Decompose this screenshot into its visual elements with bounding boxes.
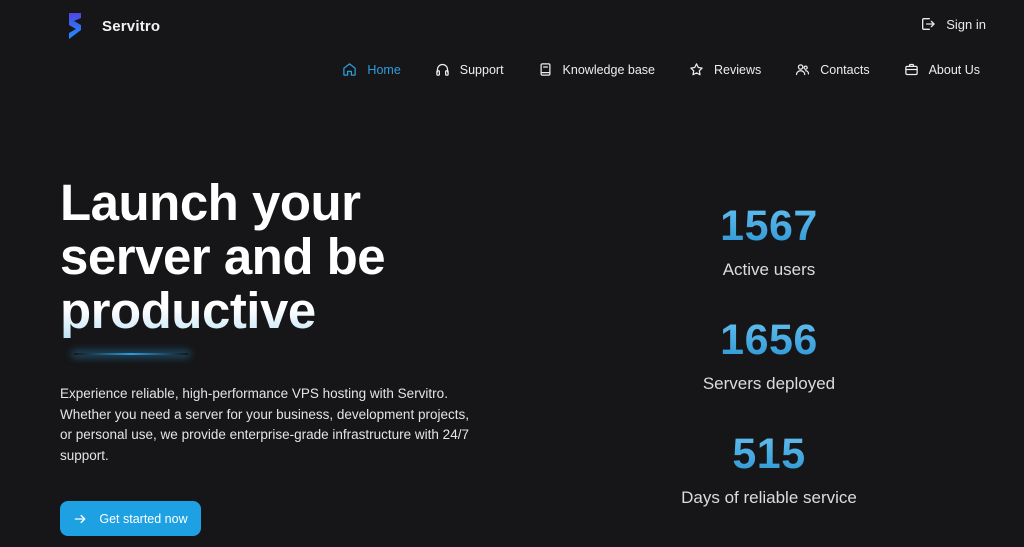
hero-description: Experience reliable, high-performance VP… bbox=[60, 386, 469, 463]
stat-label: Servers deployed bbox=[702, 374, 836, 393]
nav-item-label: Knowledge base bbox=[562, 62, 655, 77]
stats-panel: 1567 Active users 1656 Servers deployed … bbox=[640, 198, 898, 540]
hero-title-line: productive bbox=[60, 284, 480, 338]
title-underline-glow bbox=[74, 353, 188, 355]
nav-item-about-us[interactable]: About Us bbox=[904, 62, 980, 77]
users-icon bbox=[796, 64, 810, 76]
hero-title-line: Launch your bbox=[60, 174, 361, 231]
stat-active-users: 1567 Active users bbox=[640, 198, 898, 312]
nav-item-label: Home bbox=[367, 62, 401, 77]
nav-item-label: About Us bbox=[928, 62, 980, 77]
brand-name: Servitro bbox=[102, 17, 161, 35]
main-nav: Home Support Knowledge base Reviews Cont… bbox=[308, 62, 980, 77]
nav-item-contacts[interactable]: Contacts bbox=[795, 62, 870, 77]
sign-in-label: Sign in bbox=[946, 16, 986, 32]
sign-in-link[interactable]: Sign in bbox=[920, 16, 986, 32]
stat-value: 1567 bbox=[640, 198, 898, 254]
brand-logo[interactable]: Servitro bbox=[66, 12, 160, 40]
hero-title: Launch your server and be productive bbox=[60, 176, 480, 338]
logo-mark-icon bbox=[69, 13, 81, 39]
headphones-icon bbox=[436, 63, 449, 76]
get-started-label: Get started now bbox=[99, 511, 188, 526]
stat-days-reliable: 515 Days of reliable service bbox=[640, 426, 898, 540]
stat-value: 515 bbox=[640, 426, 898, 482]
book-icon bbox=[540, 63, 551, 76]
briefcase-icon bbox=[904, 63, 918, 76]
nav-item-label: Support bbox=[459, 62, 504, 77]
stat-servers-deployed: 1656 Servers deployed bbox=[640, 312, 898, 426]
star-icon bbox=[690, 63, 703, 76]
nav-item-label: Reviews bbox=[713, 62, 762, 77]
nav-item-support[interactable]: Support bbox=[435, 62, 504, 77]
home-icon bbox=[343, 63, 357, 76]
nav-item-reviews[interactable]: Reviews bbox=[689, 62, 761, 77]
get-started-button[interactable]: Get started now bbox=[60, 501, 201, 536]
hero-title-line: server and be bbox=[60, 228, 386, 285]
sign-in-icon bbox=[922, 18, 935, 30]
nav-item-label: Contacts bbox=[820, 62, 870, 77]
stat-label: Active users bbox=[722, 260, 816, 279]
nav-item-home[interactable]: Home bbox=[342, 62, 401, 77]
stat-label: Days of reliable service bbox=[681, 488, 857, 507]
arrow-right-icon bbox=[75, 514, 86, 523]
nav-item-knowledge-base[interactable]: Knowledge base bbox=[538, 62, 655, 77]
stat-value: 1656 bbox=[640, 312, 898, 368]
